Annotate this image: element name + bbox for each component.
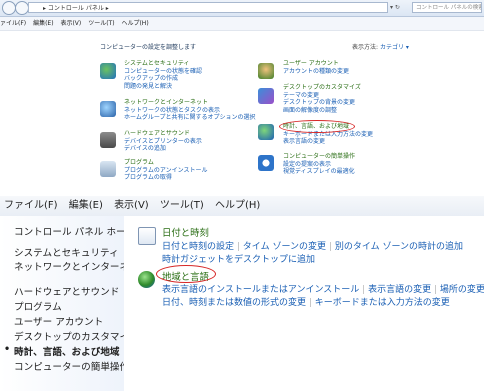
category-link[interactable]: ホームグループと共有に関するオプションの選択 [124,114,255,122]
sidebar-home-link[interactable]: コントロール パネル ホーム [14,224,135,238]
category-title[interactable]: コンピューターの簡単操作 [283,153,355,161]
category-link[interactable]: 視覚ディスプレイの最適化 [283,168,355,176]
view-label: 表示方法: [352,44,379,51]
menu-file[interactable]: ファイル(F) [4,200,58,211]
main-content: 日付と時刻 日付と時刻の設定 | タイム ゾーンの変更 | 別のタイム ゾーンの… [124,216,484,391]
category-title[interactable]: システムとセキュリティ [124,60,202,68]
category-desktop: デスクトップのカスタマイズ テーマの変更 デスクトップの背景の変更 画面の解像度… [283,84,361,114]
back-button[interactable] [2,1,16,15]
link-change-formats[interactable]: 日付、時刻または数値の形式の変更 [162,298,306,308]
control-panel-top-window: ▸ コントロール パネル ▸ ▾ ↻ コントロール パネルの検索 ァイル(F) … [0,0,484,196]
category-network: ネットワークとインターネット ネットワークの状態とタスクの表示 ホームグループと… [124,99,255,122]
category-title[interactable]: ハードウェアとサウンド [124,130,202,138]
link-change-location[interactable]: 場所の変更 [440,285,484,295]
category-hardware: ハードウェアとサウンド デバイスとプリンターの表示 デバイスの追加 [124,130,202,153]
category-link[interactable]: デバイスの追加 [124,145,202,153]
menu-help[interactable]: ヘルプ(H) [121,20,148,27]
sidebar: コントロール パネル ホーム システムとセキュリティ ネットワークとインターネッ… [0,216,148,391]
category-link[interactable]: 表示言語の変更 [283,138,373,146]
datetime-links-row1: 日付と時刻の設定 | タイム ゾーンの変更 | 別のタイム ゾーンの時計の追加 [162,239,463,252]
ease-of-access-icon [258,155,274,171]
category-link[interactable]: テーマの変更 [283,92,361,100]
link-add-clock[interactable]: 別のタイム ゾーンの時計の追加 [335,242,463,252]
category-link[interactable]: コンピューターの状態を確認 [124,68,202,76]
section-title-datetime[interactable]: 日付と時刻 [162,225,209,239]
highlight-ring [279,120,355,133]
security-shield-icon [100,63,116,79]
programs-icon [100,161,116,177]
users-icon [258,63,274,79]
top-menubar: ァイル(F) 編集(E) 表示(V) ツール(T) ヘルプ(H) [0,17,484,31]
link-change-display-language[interactable]: 表示言語の変更 [368,285,431,295]
category-user-accounts: ユーザー アカウント アカウントの種類の変更 [283,60,349,75]
clock-globe-icon [258,124,274,140]
globe-icon [138,271,155,288]
category-link[interactable]: アカウントの種類の変更 [283,68,349,76]
category-title[interactable]: ネットワークとインターネット [124,99,255,107]
datetime-links-row2: 時計ガジェットをデスクトップに追加 [162,252,315,265]
category-link[interactable]: デスクトップの背景の変更 [283,99,361,107]
menu-edit[interactable]: 編集(E) [69,200,103,211]
category-title[interactable]: プログラム [124,159,207,167]
search-input[interactable]: コントロール パネルの検索 [412,2,482,13]
page-title: コンピューターの設定を調整します [100,44,197,51]
category-ease-of-access: コンピューターの簡単操作 設定の提案の表示 視覚ディスプレイの最適化 [283,153,355,176]
sidebar-item-programs[interactable]: プログラム [14,299,62,313]
region-links-row1: 表示言語のインストールまたはアンインストール | 表示言語の変更 | 場所の変更 [162,282,484,295]
sidebar-item-ease-of-access[interactable]: コンピューターの簡単操作 [14,359,129,373]
sidebar-item-hardware[interactable]: ハードウェアとサウンド [14,284,119,298]
printer-icon [100,132,116,148]
category-title[interactable]: ユーザー アカウント [283,60,349,68]
category-link[interactable]: 設定の提案の表示 [283,161,355,169]
link-install-display-language[interactable]: 表示言語のインストールまたはアンインストール [162,285,359,295]
category-link[interactable]: ネットワークの状態とタスクの表示 [124,107,255,115]
link-add-clock-gadget[interactable]: 時計ガジェットをデスクトップに追加 [162,255,315,265]
category-title[interactable]: デスクトップのカスタマイズ [283,84,361,92]
menu-edit[interactable]: 編集(E) [33,20,53,27]
view-dropdown[interactable]: カテゴリ ▾ [380,42,409,51]
network-globe-icon [100,101,116,117]
menu-tools[interactable]: ツール(T) [88,20,114,27]
category-link[interactable]: バックアップの作成 [124,75,202,83]
link-set-datetime[interactable]: 日付と時刻の設定 [162,242,234,252]
link-change-keyboard[interactable]: キーボードまたは入力方法の変更 [315,298,450,308]
sidebar-item-clock-language[interactable]: 時計、言語、および地域 [14,344,120,358]
menu-view[interactable]: 表示(V) [114,200,149,211]
region-links-row2: 日付、時刻または数値の形式の変更 | キーボードまたは入力方法の変更 [162,295,450,308]
link-change-timezone[interactable]: タイム ゾーンの変更 [243,242,326,252]
menubar: ファイル(F) 編集(E) 表示(V) ツール(T) ヘルプ(H) [0,196,484,217]
sidebar-item-system-security[interactable]: システムとセキュリティ [14,245,119,259]
active-bullet: • [4,344,11,355]
calendar-clock-icon [138,227,156,245]
refresh-icon[interactable]: ▾ ↻ [390,2,410,13]
sidebar-item-user-accounts[interactable]: ユーザー アカウント [14,314,103,328]
category-programs: プログラム プログラムのアンインストール プログラムの取得 [124,159,207,182]
category-link[interactable]: プログラムのアンインストール [124,167,207,175]
address-bar: ▸ コントロール パネル ▸ ▾ ↻ コントロール パネルの検索 [0,0,484,17]
highlight-ring [156,265,216,283]
menu-view[interactable]: 表示(V) [60,20,81,27]
category-link[interactable]: デバイスとプリンターの表示 [124,138,202,146]
menu-file[interactable]: ァイル(F) [0,20,26,27]
menu-help[interactable]: ヘルプ(H) [215,200,260,211]
category-link[interactable]: プログラムの取得 [124,174,207,182]
breadcrumb-text: ▸ コントロール パネル ▸ [43,5,109,12]
desktop-icon [258,88,274,104]
forward-button[interactable] [15,1,29,15]
category-link[interactable]: 画面の解像度の調整 [283,107,361,115]
category-link[interactable]: 問題の発見と解決 [124,83,202,91]
category-system-security: システムとセキュリティ コンピューターの状態を確認 バックアップの作成 問題の発… [124,60,202,90]
breadcrumb[interactable]: ▸ コントロール パネル ▸ [28,2,388,13]
sidebar-item-desktop[interactable]: デスクトップのカスタマイズ [14,329,138,343]
menu-tools[interactable]: ツール(T) [160,200,204,211]
